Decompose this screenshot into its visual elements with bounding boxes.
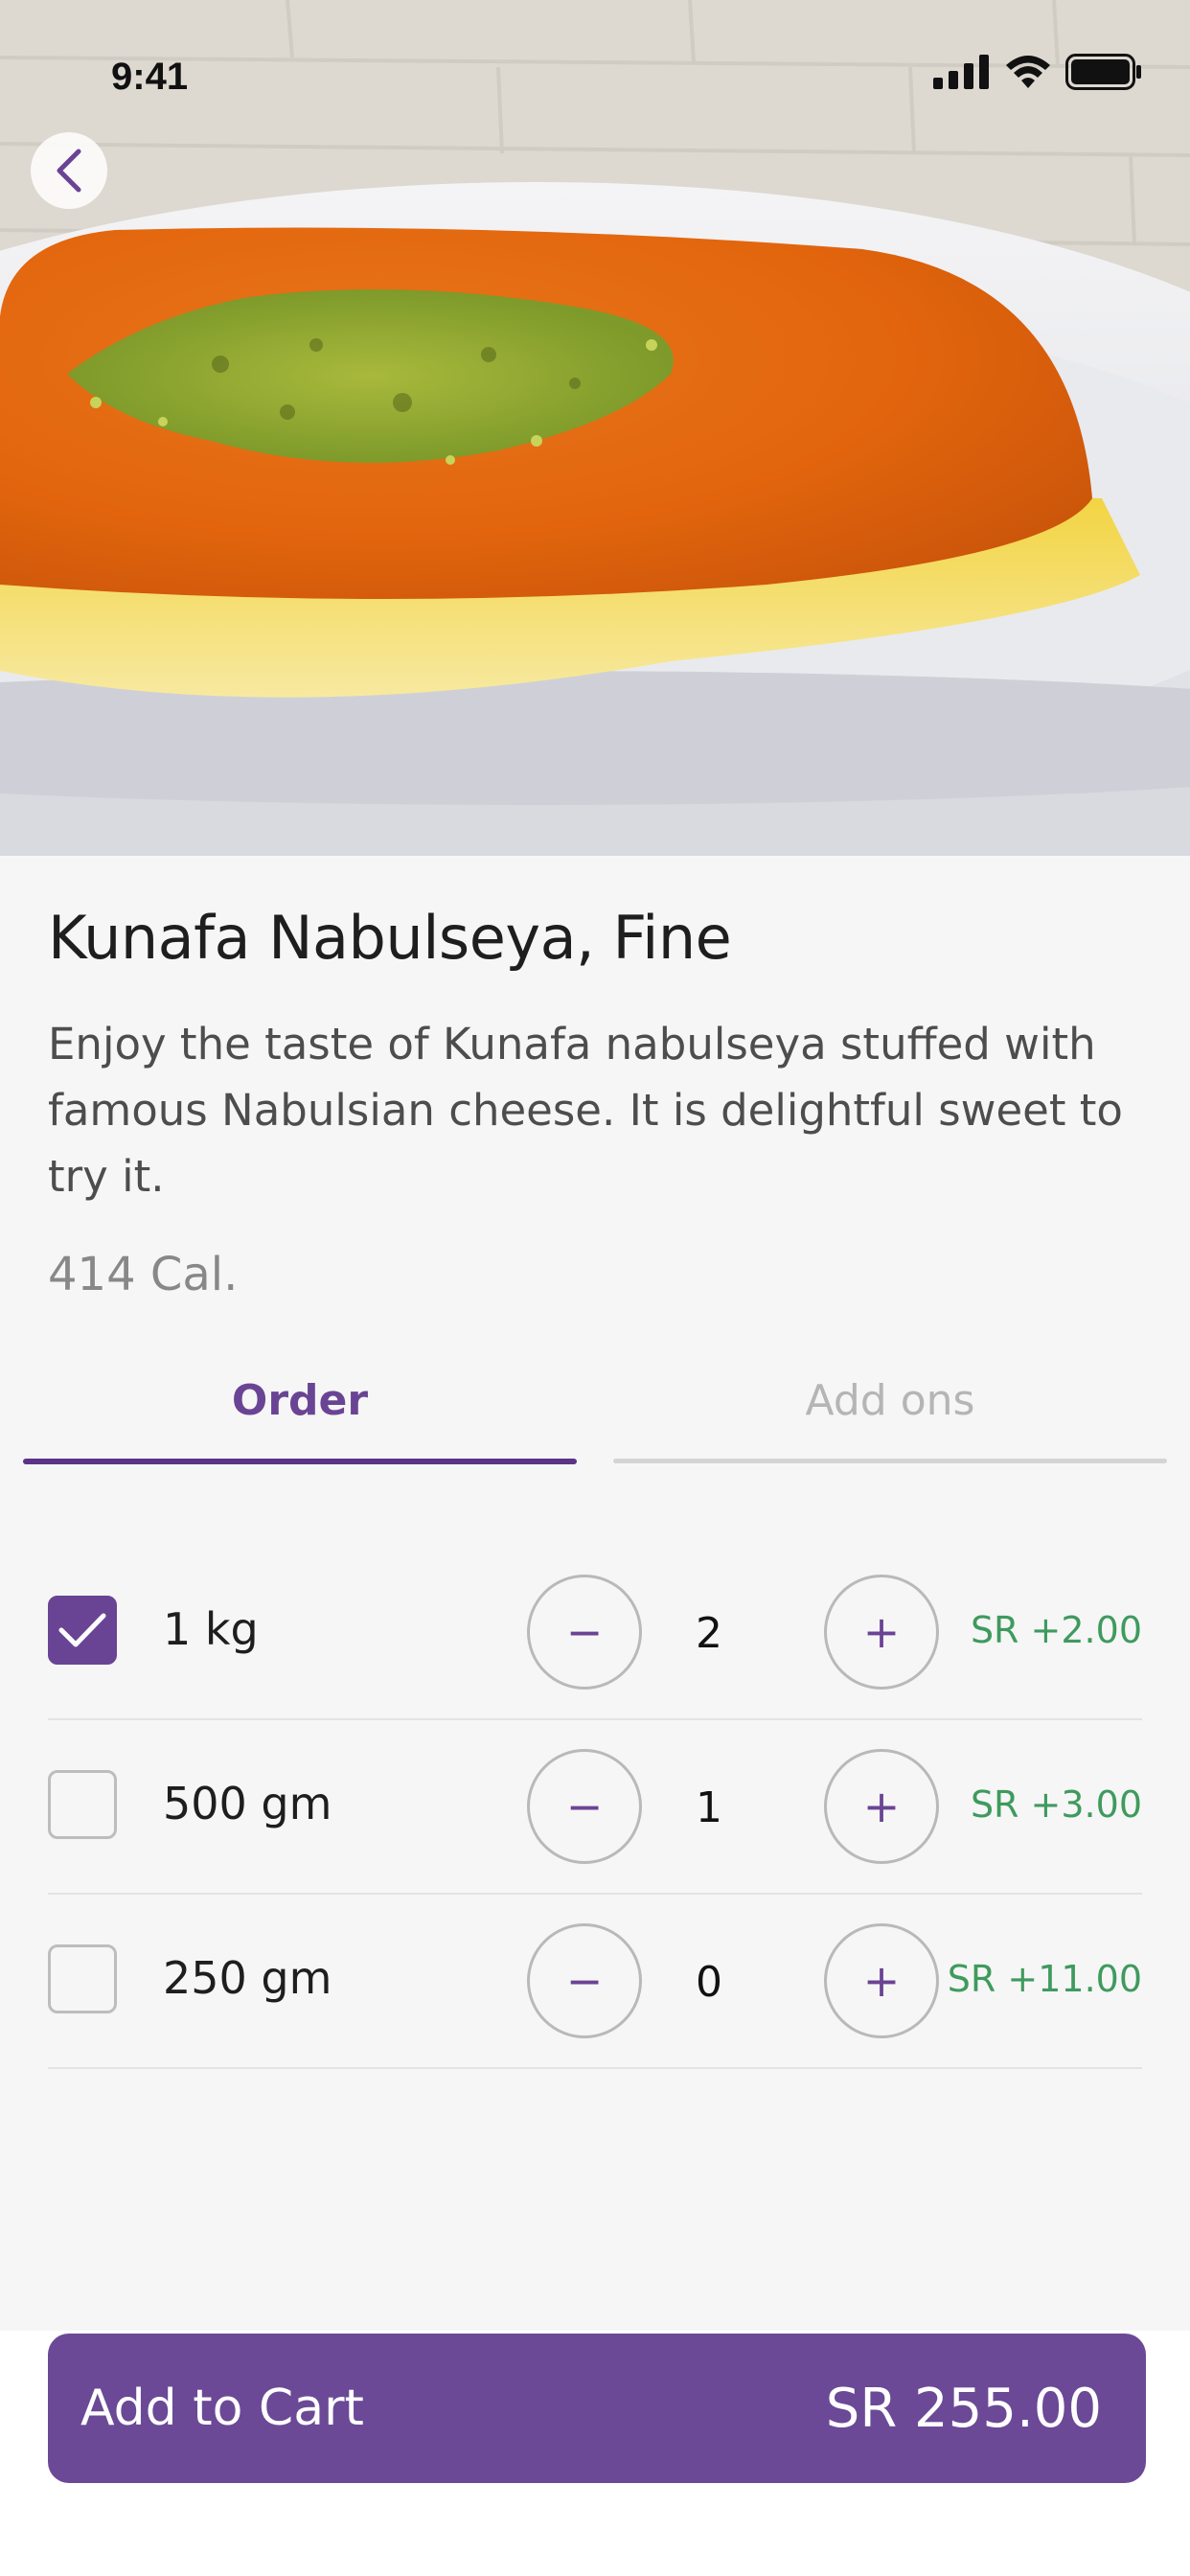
option-label: 250 gm [163,1952,332,2004]
back-button[interactable] [31,132,107,209]
signal-icon [933,55,989,89]
tab-order[interactable]: Order [23,1376,577,1472]
cart-total: SR 255.00 [825,2377,1102,2440]
kunafa-photo [0,0,1190,856]
increment-button[interactable]: + [824,1923,939,2038]
option-checkbox-1kg[interactable] [48,1596,117,1665]
tab-order-indicator [23,1459,577,1464]
add-to-cart-button[interactable]: Add to Cart SR 255.00 [48,2334,1146,2483]
tab-add-ons[interactable]: Add ons [613,1376,1167,1472]
option-checkbox-250gm[interactable] [48,1944,117,2013]
option-price: SR +2.00 [970,1609,1142,1651]
option-price: SR +11.00 [947,1958,1142,2000]
product-description: Enjoy the taste of Kunafa nabulseya stuf… [48,1019,1123,1202]
add-to-cart-label: Add to Cart [80,2380,364,2437]
battery-icon [1065,54,1141,90]
decrement-button[interactable]: − [527,1749,642,1864]
option-row-250gm: 250 gm − 0 + SR +11.00 [48,1895,1142,2069]
product-calories: 414 Cal. [48,1248,239,1301]
option-price: SR +3.00 [970,1783,1142,1826]
option-row-1kg: 1 kg − 2 + SR +2.00 [48,1546,1142,1720]
back-chevron-icon [57,149,81,193]
option-checkbox-500gm[interactable] [48,1770,117,1839]
option-label: 500 gm [163,1778,332,1829]
product-title: Kunafa Nabulseya, Fine [48,903,732,973]
increment-button[interactable]: + [824,1749,939,1864]
option-label: 1 kg [163,1603,259,1655]
checkmark-icon [58,1613,106,1647]
quantity-value: 0 [696,1958,722,2007]
wifi-icon [1006,56,1050,88]
decrement-button[interactable]: − [527,1923,642,2038]
option-row-500gm: 500 gm − 1 + SR +3.00 [48,1720,1142,1895]
quantity-value: 2 [696,1609,722,1658]
status-icons [933,54,1142,90]
product-image [0,0,1190,856]
increment-button[interactable]: + [824,1575,939,1690]
decrement-button[interactable]: − [527,1575,642,1690]
quantity-value: 1 [696,1783,722,1832]
status-time: 9:41 [111,56,189,98]
tab-add-ons-indicator [613,1459,1167,1463]
